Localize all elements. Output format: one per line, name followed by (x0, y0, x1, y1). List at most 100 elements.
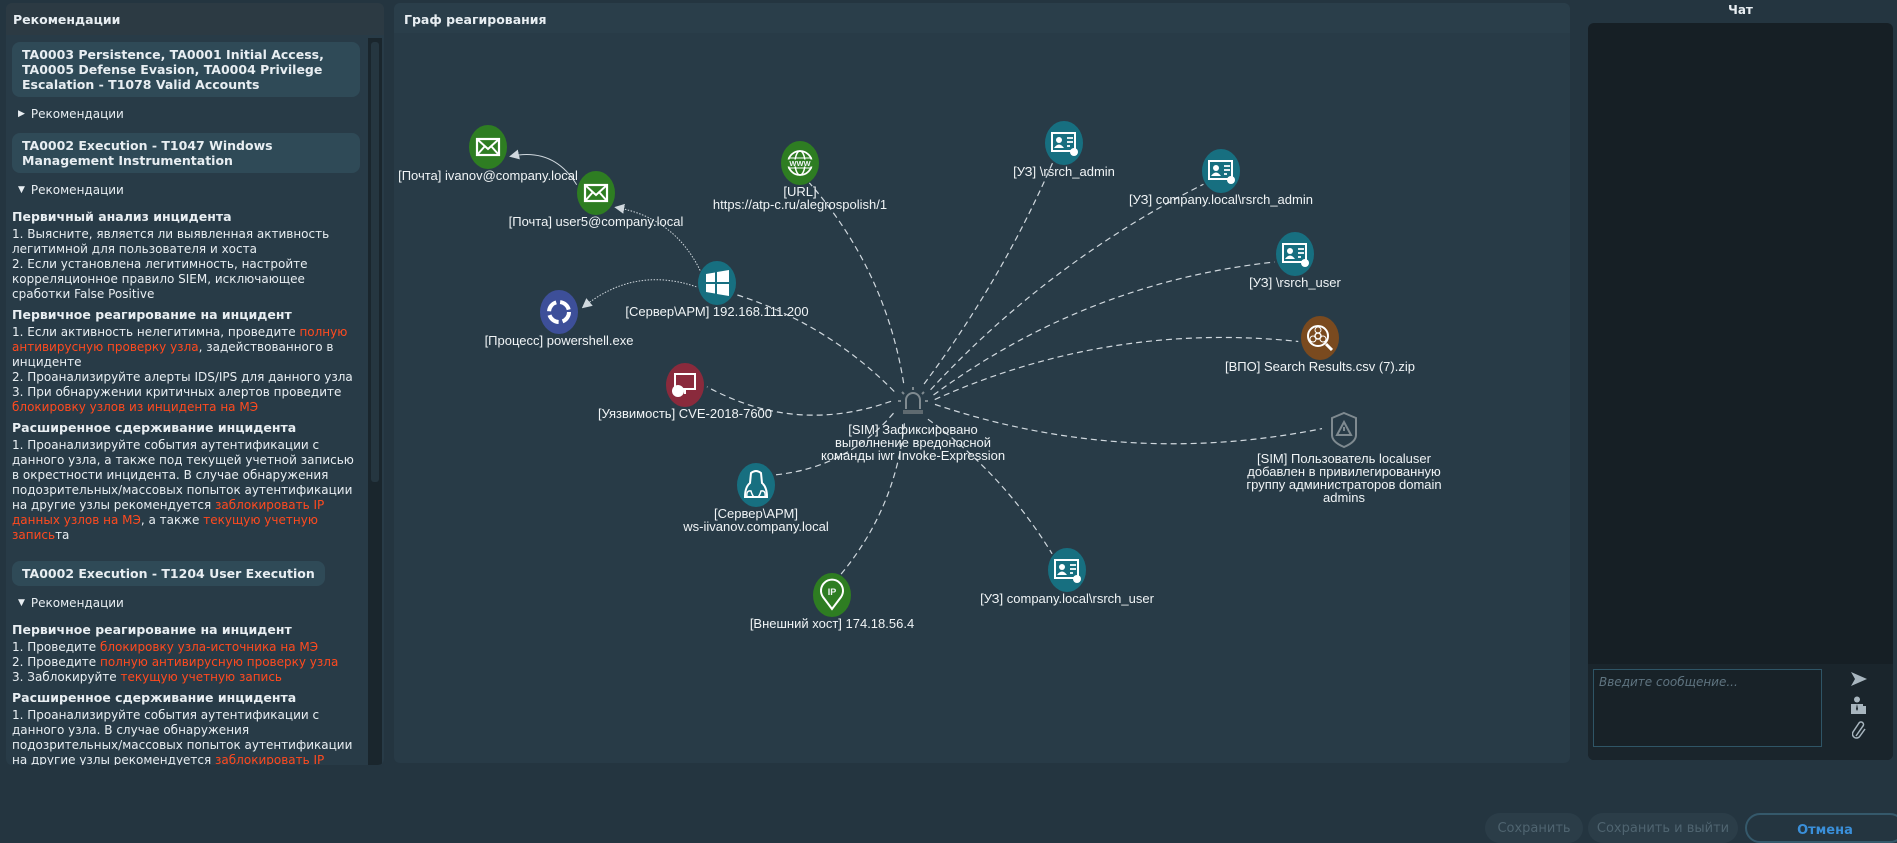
chat-title: Чат (1728, 3, 1753, 17)
shield-warning-icon (1331, 411, 1357, 449)
tactic-card: TA0003 Persistence, TA0001 Initial Acces… (12, 42, 360, 97)
node-label: ws-iivanov.company.local (682, 519, 829, 534)
toggle-label: Рекомендации (30, 183, 124, 197)
caret-down-icon: ▼ (18, 598, 25, 608)
recommendations-panel: Рекомендации TA0003 Persistence, TA0001 … (6, 3, 384, 765)
recommendation-item: 1. Проведите блокировку узла-источника н… (12, 640, 360, 655)
caret-down-icon: ▼ (18, 185, 25, 195)
node-circle (1276, 232, 1314, 276)
text: 2. Проанализируйте алерты IDS/IPS для да… (12, 370, 353, 384)
graph-edge (923, 161, 1054, 385)
toggle-label: Рекомендации (30, 107, 124, 121)
recommendation-item: 2. Проанализируйте алерты IDS/IPS для да… (12, 370, 360, 385)
action-link[interactable]: заблокировать IP (215, 753, 324, 765)
graph-node[interactable]: [Сервер\АРМ]ws-iivanov.company.local (682, 463, 829, 534)
svg-text:IP: IP (828, 587, 837, 597)
action-link[interactable]: блокировку узлов из инцидента на МЭ (12, 400, 258, 414)
node-circle (698, 261, 736, 305)
graph-node[interactable]: [Уязвимость] CVE-2018-7600 (598, 363, 772, 421)
recommendation-item: 1. Проанализируйте события аутентификаци… (12, 708, 360, 765)
recommendations-toggle[interactable]: ▼ Рекомендации (18, 596, 360, 610)
graph-edge (934, 403, 1323, 445)
graph-node[interactable]: [УЗ] \rsrch_admin (1013, 121, 1115, 179)
chat-message-input[interactable] (1593, 669, 1822, 747)
svg-text:WWW: WWW (789, 159, 811, 168)
text: 3. Заблокируйте (12, 670, 121, 684)
save-button[interactable]: Сохранить (1485, 813, 1583, 843)
send-icon[interactable] (1850, 670, 1868, 688)
alarm-icon (898, 387, 928, 414)
graph-node[interactable]: [Почта] ivanov@company.local (398, 125, 578, 183)
node-label: [Процесс] powershell.exe (485, 333, 634, 348)
tactic-card: TA0002 Execution - T1047 Windows Managem… (12, 133, 360, 173)
section-heading: Первичный анализ инцидента (12, 209, 232, 224)
node-circle (666, 363, 704, 407)
paperclip-icon[interactable] (1850, 721, 1868, 739)
recommendations-toggle[interactable]: ▼ Рекомендации (18, 183, 360, 197)
recommendation-item: 2. Проведите полную антивирусную проверк… (12, 655, 360, 670)
recommendations-title: Рекомендации (6, 3, 384, 35)
node-circle (577, 171, 615, 215)
recommendation-item: 1. Если активность нелегитимна, проведит… (12, 325, 360, 370)
node-label: [УЗ] company.local\rsrch_user (980, 591, 1154, 606)
action-link[interactable]: полную антивирусную проверку узла (100, 655, 338, 669)
graph-node[interactable]: [Сервер\АРМ] 192.168.111.200 (625, 261, 809, 319)
toggle-label: Рекомендации (30, 596, 124, 610)
graph-edge (930, 183, 1204, 391)
node-label: [УЗ] company.local\rsrch_admin (1129, 192, 1313, 207)
text: 1. Выясните, является ли выявленная акти… (12, 227, 330, 256)
recommendation-item: 3. Заблокируйте текущую учетную запись (12, 670, 360, 685)
graph-node[interactable]: [УЗ] \rsrch_user (1249, 232, 1342, 290)
text: 1. Проведите (12, 640, 100, 654)
text: , а также (140, 513, 204, 527)
node-circle (1045, 121, 1083, 165)
caret-right-icon: ▶ (18, 109, 25, 119)
graph-node[interactable]: [УЗ] company.local\rsrch_user (980, 548, 1155, 606)
graph-node[interactable]: [Процесс] powershell.exe (485, 290, 634, 348)
node-label: [Почта] user5@company.local (509, 214, 684, 229)
chat-panel (1588, 23, 1893, 760)
recommendations-toggle[interactable]: ▶ Рекомендации (18, 107, 360, 121)
assign-user-icon[interactable] (1850, 696, 1868, 714)
action-link[interactable]: текущую учетную запись (120, 670, 282, 684)
text: 2. Проведите (12, 655, 100, 669)
section-heading: Расширенное сдерживание инцидента (12, 690, 297, 705)
scrollbar[interactable] (368, 38, 382, 765)
text: 2. Если установлена легитимность, настро… (12, 257, 308, 301)
node-label: admins (1323, 490, 1365, 505)
graph-node[interactable]: [SIM] Зафиксировановыполнение вредоносно… (821, 387, 1005, 463)
recommendation-item: 2. Если установлена легитимность, настро… (12, 257, 360, 302)
graph-node[interactable]: [SIM] Пользователь localuserдобавлен в п… (1246, 411, 1442, 505)
save-and-exit-button[interactable]: Сохранить и выйти (1588, 813, 1738, 843)
node-label: [Внешний хост] 174.18.56.4 (750, 616, 914, 631)
text: 3. При обнаружении критичных алертов про… (12, 385, 342, 399)
node-label: [ВПО] Search Results.csv (7).zip (1225, 359, 1415, 374)
recommendation-item: 1. Выясните, является ли выявленная акти… (12, 227, 360, 257)
node-label: [Почта] ivanov@company.local (398, 168, 578, 183)
action-link[interactable]: блокировку узла-источника на МЭ (100, 640, 318, 654)
graph-canvas[interactable]: [SIM] Зафиксировановыполнение вредоносно… (394, 3, 1570, 763)
node-label: команды iwr Invoke-Expression (821, 448, 1005, 463)
graph-node[interactable]: WWW[URL]https://atp-c.ru/alegrospolish/1 (713, 141, 887, 212)
node-circle (469, 125, 507, 169)
graph-node[interactable]: [УЗ] company.local\rsrch_admin (1129, 149, 1313, 207)
scrollbar-thumb[interactable] (371, 42, 379, 482)
graph-node[interactable]: IP [Внешний хост] 174.18.56.4 (750, 573, 914, 631)
node-circle (737, 463, 775, 507)
section-heading: Первичное реагирование на инцидент (12, 307, 292, 322)
section-heading: Первичное реагирование на инцидент (12, 622, 292, 637)
graph-edge (808, 182, 905, 384)
node-circle (1048, 548, 1086, 592)
response-graph-panel: Граф реагирования [SIM] Зафиксировано вып… (394, 3, 1570, 763)
recommendation-item: 3. При обнаружении критичных алертов про… (12, 385, 360, 415)
section-heading: Расширенное сдерживание инцидента (12, 420, 297, 435)
cancel-button[interactable]: Отмена (1745, 813, 1897, 843)
tactic-card: TA0002 Execution - T1204 User Execution (12, 561, 325, 586)
node-circle (1202, 149, 1240, 193)
text: 1. Если активность нелегитимна, проведит… (12, 325, 300, 339)
chat-input-area (1588, 664, 1893, 760)
recommendation-item: 1. Проанализируйте события аутентификаци… (12, 438, 360, 543)
node-label: [УЗ] \rsrch_admin (1013, 164, 1115, 179)
graph-node[interactable]: [ВПО] Search Results.csv (7).zip (1225, 316, 1415, 374)
node-label: [Уязвимость] CVE-2018-7600 (598, 406, 772, 421)
